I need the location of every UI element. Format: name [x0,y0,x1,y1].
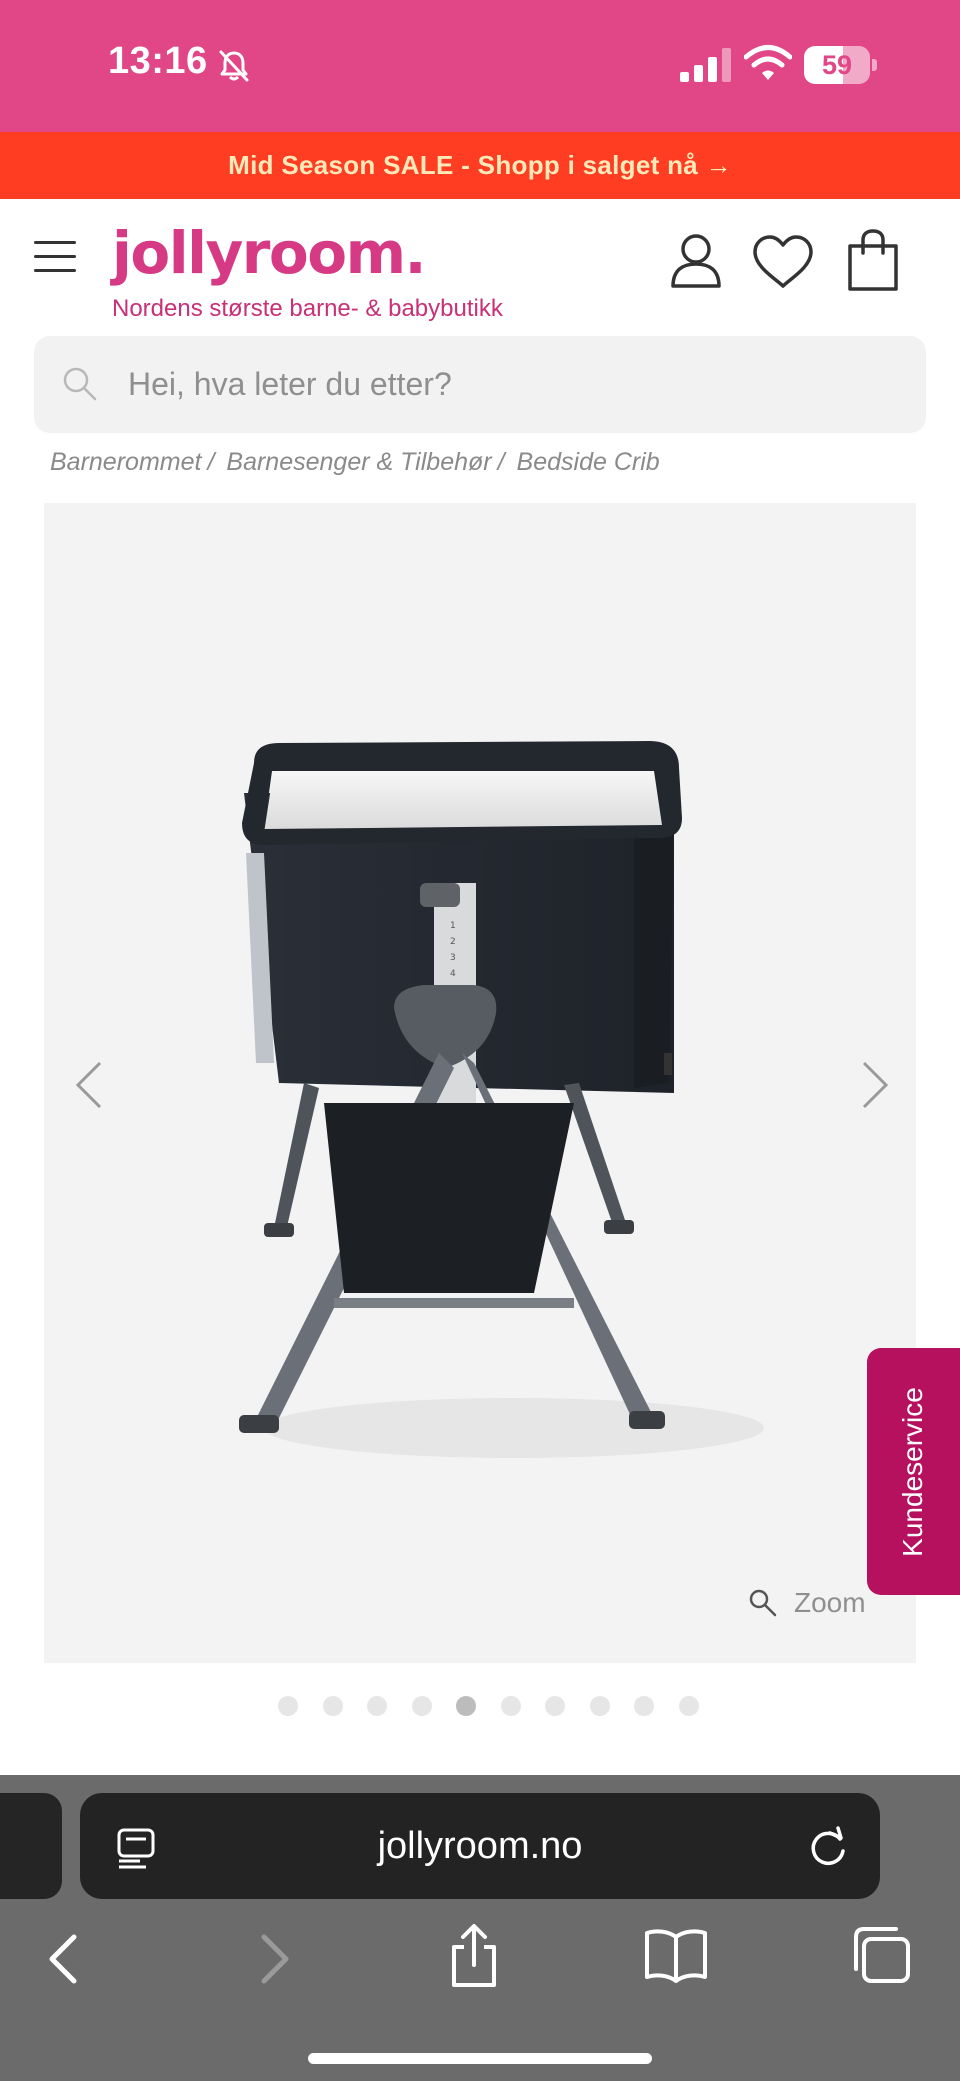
chevron-left-icon[interactable] [68,1055,108,1115]
home-indicator[interactable] [308,2053,652,2064]
search-input[interactable] [128,336,888,433]
account-icon[interactable] [670,232,722,288]
bell-slash-icon [219,50,249,82]
zoom-icon [749,1589,777,1617]
reload-icon[interactable] [806,1825,850,1869]
svg-text:3: 3 [450,953,456,963]
site-tagline: Nordens største barne- & babybutikk [112,295,503,322]
site-header: jollyroom. Nordens største barne- & baby… [0,199,960,329]
battery-body: 59 [804,46,870,84]
address-bar[interactable]: jollyroom.no [80,1793,880,1899]
share-icon[interactable] [448,1923,500,1989]
breadcrumb-item-barnesenger[interactable]: Barnesenger & Tilbehør [226,448,491,476]
customer-service-tab[interactable]: Kundeservice [867,1348,960,1595]
search-box[interactable] [34,336,926,433]
signal-icon [680,48,731,82]
wishlist-icon[interactable] [752,234,814,290]
breadcrumb-item-barnerommet[interactable]: Barnerommet [50,448,201,476]
status-time: 13:16 [108,40,208,82]
previous-tab-peek[interactable] [0,1793,62,1899]
url-text[interactable]: jollyroom.no [80,1793,880,1899]
gallery-dot[interactable] [679,1696,699,1716]
search-icon [63,367,97,401]
chevron-right-icon[interactable] [856,1055,896,1115]
gallery-dot[interactable] [590,1696,610,1716]
svg-text:4: 4 [450,969,456,979]
forward-icon[interactable] [254,1931,294,1987]
status-bar: 13:16 59 [0,0,960,132]
breadcrumb-separator: / [207,448,215,476]
promo-banner[interactable]: Mid Season SALE - Shopp i salget nå → [0,132,960,199]
wifi-icon [744,45,792,80]
gallery-dot[interactable] [456,1696,476,1716]
breadcrumb: Barnerommet / Barnesenger & Tilbehør / Bedsi… [50,448,660,477]
breadcrumb-separator: / [497,448,505,476]
gallery-dot[interactable] [278,1696,298,1716]
tabs-icon[interactable] [850,1925,912,1985]
bookmarks-icon[interactable] [644,1927,708,1983]
back-icon[interactable] [44,1931,84,1987]
gallery-dot[interactable] [501,1696,521,1716]
svg-text:2: 2 [450,937,456,947]
site-logo[interactable]: jollyroom. [112,219,427,287]
battery-level: 59 [821,50,853,80]
gallery-dot[interactable] [545,1696,565,1716]
zoom-label: Zoom [794,1587,866,1618]
gallery-dot[interactable] [412,1696,432,1716]
breadcrumb-item-bedside-crib[interactable]: Bedside Crib [517,448,660,476]
gallery-dots [278,1696,718,1718]
cart-icon[interactable] [846,229,900,291]
customer-service-label: Kundeservice [897,1387,928,1557]
battery-cap [872,59,877,71]
gallery-dot[interactable] [634,1696,654,1716]
zoom-button[interactable]: Zoom [748,1583,866,1623]
gallery-dot[interactable] [367,1696,387,1716]
battery-icon: 59 [804,46,877,84]
gallery-dot[interactable] [323,1696,343,1716]
product-gallery[interactable]: 1 2 3 4 5 Zoom [44,503,916,1663]
svg-text:1: 1 [450,921,456,931]
browser-toolbar: jollyroom.no [0,1775,960,2081]
menu-icon[interactable] [34,239,80,273]
product-image[interactable]: 1 2 3 4 5 [234,723,774,1483]
